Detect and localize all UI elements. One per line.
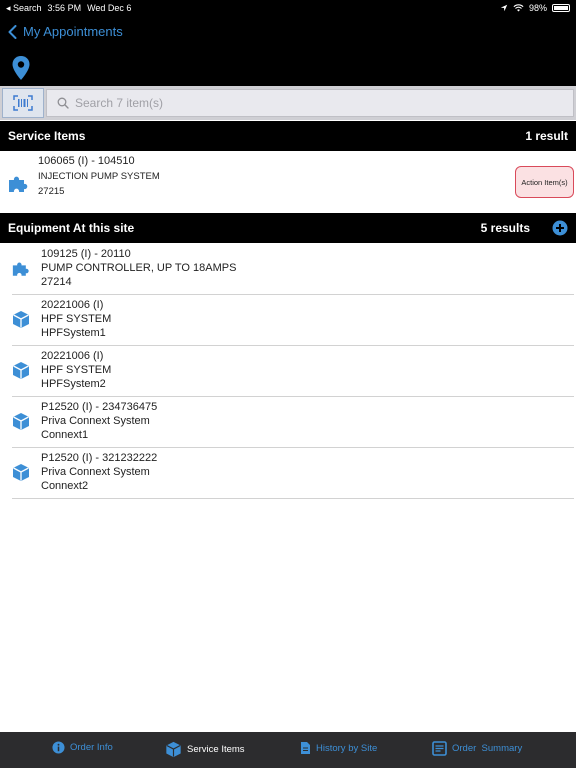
service-items-count: 1 result xyxy=(525,129,568,143)
back-button[interactable]: My Appointments xyxy=(8,24,123,39)
equipment-description: HPF SYSTEM xyxy=(41,313,112,325)
cube-icon xyxy=(13,362,29,379)
equipment-description: PUMP CONTROLLER, UP TO 18AMPS xyxy=(41,262,237,274)
tab-history-by-site-label: History by Site xyxy=(316,742,378,754)
tab-service-items-label: Service Items xyxy=(187,744,245,755)
equipment-number: 109125 (I) - 20110 xyxy=(41,248,131,260)
equipment-id: Connext1 xyxy=(41,429,89,441)
equipment-id: HPFSystem2 xyxy=(41,378,106,390)
search-row xyxy=(0,86,576,120)
cube-icon xyxy=(166,741,181,758)
equipment-row[interactable]: 20221006 (I) HPF SYSTEM HPFSystem1 xyxy=(12,295,574,346)
summary-icon xyxy=(432,741,447,756)
service-item-description: INJECTION PUMP SYSTEM xyxy=(38,171,160,182)
tab-service-items[interactable]: Service Items xyxy=(165,741,245,758)
service-item-number: 106065 (I) - 104510 xyxy=(38,155,135,167)
equipment-row[interactable]: 109125 (I) - 20110 PUMP CONTROLLER, UP T… xyxy=(12,244,574,295)
status-bar: ◂ Search 3:56 PM Wed Dec 6 98% xyxy=(0,0,576,16)
chevron-left-icon xyxy=(8,24,17,39)
cube-icon xyxy=(13,311,29,328)
equipment-list: 109125 (I) - 20110 PUMP CONTROLLER, UP T… xyxy=(12,244,574,499)
equipment-id: 27214 xyxy=(41,276,72,288)
equipment-number: 20221006 (I) xyxy=(41,299,104,311)
equipment-header: Equipment At this site 5 results xyxy=(0,213,576,243)
status-date: Wed Dec 6 xyxy=(87,3,132,13)
equipment-row[interactable]: 20221006 (I) HPF SYSTEM HPFSystem2 xyxy=(12,346,574,397)
action-items-button[interactable]: Action Item(s) xyxy=(515,166,574,198)
equipment-description: Priva Connext System xyxy=(41,466,150,478)
location-arrow-icon xyxy=(500,4,508,12)
equipment-number: P12520 (I) - 321232222 xyxy=(41,452,158,464)
back-button-label: My Appointments xyxy=(23,24,123,39)
equipment-id: HPFSystem1 xyxy=(41,327,106,339)
equipment-id: Connext2 xyxy=(41,480,89,492)
barcode-scan-icon xyxy=(13,95,33,111)
document-icon xyxy=(301,742,310,754)
barcode-scan-button[interactable] xyxy=(2,88,44,118)
tab-order-summary-label: Order Summary xyxy=(452,743,523,754)
service-item-row[interactable]: 106065 (I) - 104510 INJECTION PUMP SYSTE… xyxy=(0,152,576,212)
wifi-icon xyxy=(513,4,524,12)
tab-bar: Order Info Service Items History by Site… xyxy=(0,732,576,768)
cube-icon xyxy=(13,464,29,481)
search-input[interactable] xyxy=(75,96,555,110)
puzzle-icon xyxy=(12,262,29,276)
equipment-number: P12520 (I) - 234736475 xyxy=(41,401,158,413)
equipment-count: 5 results xyxy=(480,221,530,235)
battery-percent: 98% xyxy=(528,3,547,13)
equipment-description: Priva Connext System xyxy=(41,415,150,427)
search-box[interactable] xyxy=(46,89,574,117)
service-items-header: Service Items 1 result xyxy=(0,121,576,151)
tab-order-info-label: Order Info xyxy=(70,742,113,753)
tab-order-info[interactable]: Order Info xyxy=(52,741,113,754)
equipment-title: Equipment At this site xyxy=(8,221,135,235)
equipment-row[interactable]: P12520 (I) - 321232222 Priva Connext Sys… xyxy=(12,448,574,499)
back-to-app-label[interactable]: ◂ Search xyxy=(6,3,42,14)
service-item-id: 27215 xyxy=(38,186,65,197)
equipment-row[interactable]: P12520 (I) - 234736475 Priva Connext Sys… xyxy=(12,397,574,448)
service-items-title: Service Items xyxy=(8,129,86,143)
action-items-label: Action Item(s) xyxy=(521,177,568,187)
puzzle-icon xyxy=(9,176,28,192)
add-equipment-icon[interactable] xyxy=(552,220,568,236)
location-pin-icon[interactable] xyxy=(12,56,30,85)
status-time: 3:56 PM xyxy=(47,3,82,13)
search-icon xyxy=(57,97,69,109)
tab-order-summary[interactable]: Order Summary xyxy=(432,741,522,756)
equipment-number: 20221006 (I) xyxy=(41,350,104,362)
cube-icon xyxy=(13,413,29,430)
battery-icon xyxy=(552,4,570,12)
info-icon xyxy=(52,741,65,754)
nav-bar: My Appointments xyxy=(0,16,576,86)
equipment-description: HPF SYSTEM xyxy=(41,364,112,376)
tab-history-by-site[interactable]: History by Site xyxy=(300,741,377,755)
